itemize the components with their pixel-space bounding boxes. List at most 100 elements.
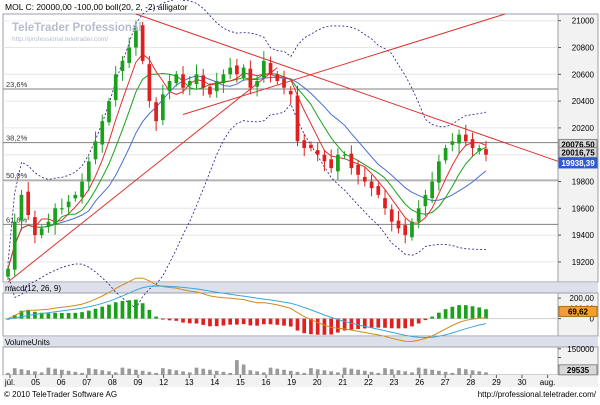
x-tick-label-9: 15 — [236, 378, 245, 387]
macd-title-bar — [3, 283, 598, 293]
candle-body — [295, 95, 300, 142]
macd-hist-bar — [134, 299, 138, 319]
macd-hist-bar — [120, 300, 125, 319]
candle-body — [416, 208, 421, 222]
volume-bar — [235, 360, 239, 375]
price-tick-label-1: 19400 — [572, 231, 595, 240]
candle-body — [261, 60, 266, 78]
candle-body — [208, 86, 212, 95]
volume-bar — [423, 368, 428, 375]
macd-hist-bar — [470, 306, 475, 319]
candle-body — [423, 194, 428, 207]
volume-bar — [430, 369, 434, 375]
price-badge-1: 20016,75 — [561, 149, 595, 158]
price-tick-label-3: 19800 — [572, 178, 595, 187]
x-tick-label-20: 30 — [518, 378, 527, 387]
candle-body — [113, 74, 118, 101]
macd-hist-bar — [309, 318, 313, 335]
volume-bar — [167, 369, 172, 375]
volume-bar — [282, 369, 286, 375]
price-tick-label-0: 19200 — [572, 258, 595, 267]
macd-hist-bar — [80, 312, 84, 319]
macd-hist-bar — [336, 318, 340, 333]
macd-hist-bar — [127, 300, 132, 319]
candle-body — [477, 148, 482, 152]
volume-bar — [416, 367, 421, 375]
candle-body — [356, 164, 360, 175]
candle-body — [282, 78, 286, 88]
volume-bar — [93, 369, 98, 375]
candle-body — [376, 186, 381, 195]
volume-bar — [120, 367, 125, 375]
macd-hist-bar — [248, 318, 253, 326]
macd-hist-bar — [174, 318, 179, 321]
candle-body — [160, 94, 165, 121]
volume-bar — [288, 370, 293, 375]
macd-hist-bar — [228, 318, 233, 325]
volume-bar — [383, 368, 387, 375]
macd-tick-label-0: 200,00 — [570, 294, 595, 303]
volume-bar — [46, 367, 51, 375]
macd-hist-bar — [221, 318, 226, 326]
x-tick-label-6: 12 — [159, 378, 168, 387]
macd-hist-bar — [53, 312, 57, 319]
macd-hist-bar — [66, 312, 71, 319]
candle-body — [389, 209, 394, 222]
macd-hist-bar — [46, 313, 51, 319]
volume-bar — [187, 372, 192, 375]
macd-hist-bar — [235, 318, 239, 325]
candle-body — [12, 221, 17, 270]
candle-body — [6, 268, 10, 277]
macd-panel-bg — [2, 292, 559, 337]
x-tick-label-21: aug. — [540, 378, 556, 387]
macd-hist-bar — [255, 318, 259, 326]
candle-body — [484, 149, 488, 155]
volume-bar — [12, 368, 17, 375]
volume-bar — [214, 370, 219, 375]
volume-bar — [147, 371, 152, 375]
macd-hist-bar — [477, 307, 482, 319]
volume-bar — [484, 372, 488, 375]
volume-bar — [362, 370, 367, 375]
volume-bar — [39, 372, 44, 375]
candle-body — [275, 74, 280, 81]
candle-body — [201, 75, 206, 88]
macd-hist-bar — [154, 316, 158, 319]
volume-bar — [336, 372, 340, 375]
volume-bar — [194, 367, 199, 375]
macd-hist-bar — [396, 318, 401, 329]
macd-hist-bar — [443, 309, 448, 319]
volume-bar — [248, 370, 253, 375]
volume-bar — [369, 371, 374, 375]
instrument-title: MOL C: 20000,00 -100,00 boll(20, 2, -2) … — [5, 2, 188, 12]
candle-body — [463, 134, 468, 142]
volume-bar — [342, 367, 347, 375]
volume-bar — [241, 364, 246, 375]
volume-bar — [33, 371, 37, 375]
candle-body — [228, 67, 233, 75]
candle-body — [39, 228, 44, 236]
candle-body — [403, 225, 408, 236]
macd-hist-bar — [113, 302, 118, 319]
candle-body — [457, 134, 461, 144]
macd-hist-bar — [450, 306, 455, 319]
macd-hist-bar — [194, 318, 199, 324]
candle-body — [369, 181, 374, 189]
candle-body — [167, 81, 172, 92]
volume-bar — [410, 372, 414, 375]
volume-bar — [73, 371, 78, 375]
candle-body — [396, 220, 401, 229]
candle-body — [107, 101, 111, 123]
candle-body — [33, 217, 37, 236]
macd-hist-bar — [315, 318, 320, 335]
macd-hist-bar — [430, 316, 434, 319]
candle-body — [248, 68, 253, 88]
macd-hist-bar — [261, 318, 266, 325]
macd-hist-bar — [181, 318, 185, 323]
candle-body — [349, 153, 354, 169]
price-badge-2: 19938,39 — [561, 159, 595, 168]
price-panel-bg — [2, 13, 559, 283]
fib-label-3: 61,8% — [6, 215, 28, 224]
x-tick-label-12: 20 — [313, 378, 322, 387]
volume-title: VolumeUnits — [5, 338, 50, 347]
